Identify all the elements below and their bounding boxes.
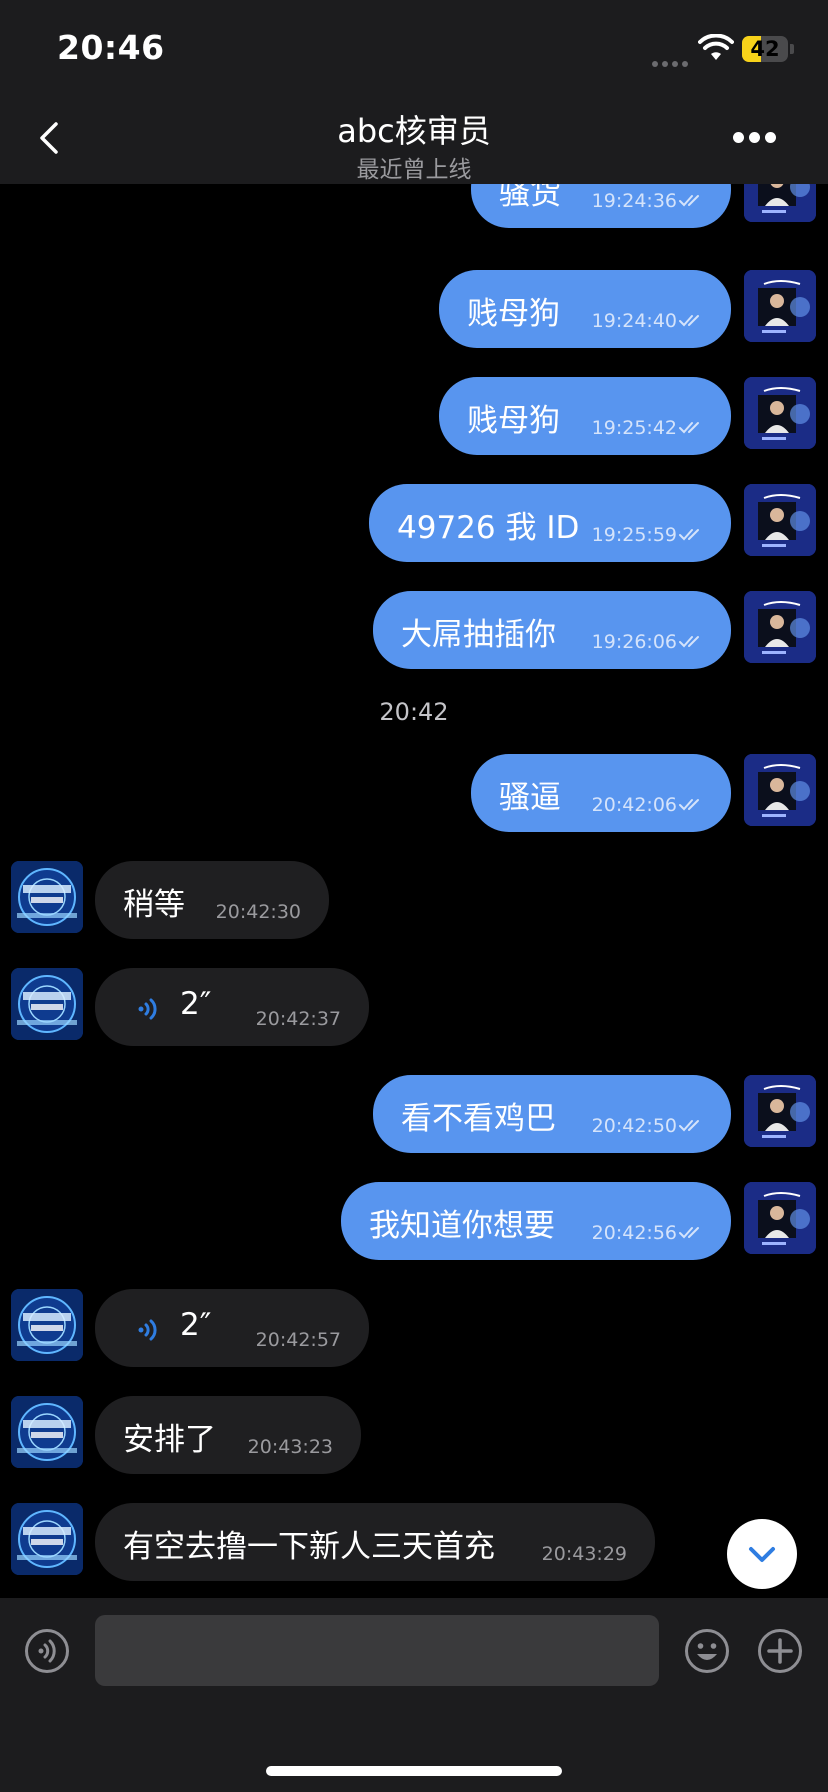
message-timestamp: 20:42:06 <box>591 794 677 816</box>
incoming-message: 稍等 20:42:30 <box>0 861 828 941</box>
message-text: 贱母狗 <box>467 403 560 439</box>
my-avatar[interactable] <box>744 1182 816 1254</box>
more-options-button[interactable] <box>733 128 781 143</box>
contact-avatar[interactable] <box>11 968 83 1040</box>
message-timestamp: 20:43:29 <box>541 1543 627 1565</box>
voice-input-button[interactable] <box>24 1628 70 1674</box>
voice-message-bubble[interactable]: 2″ 20:42:57 <box>95 1289 369 1367</box>
message-bubble[interactable]: 有空去撸一下新人三天首充 20:43:29 <box>95 1503 655 1581</box>
message-input[interactable] <box>95 1615 659 1686</box>
status-time: 20:46 <box>57 28 165 67</box>
message-text: 我知道你想要 <box>369 1208 555 1244</box>
message-timestamp: 20:42:37 <box>255 1008 341 1030</box>
my-avatar[interactable] <box>744 484 816 556</box>
message-text: 安排了 <box>123 1422 216 1458</box>
incoming-message: 2″ 20:42:57 <box>0 1289 828 1369</box>
message-text: 骚逼 <box>499 780 561 816</box>
voice-wave-icon <box>138 1319 157 1341</box>
outgoing-message: 我知道你想要 20:42:56 <box>0 1182 828 1262</box>
attachment-plus-button[interactable] <box>757 1628 803 1674</box>
message-bubble[interactable]: 贱母狗 19:24:40 <box>439 270 731 348</box>
date-separator: 20:42 <box>379 698 449 726</box>
message-bubble[interactable]: 稍等 20:42:30 <box>95 861 329 939</box>
outgoing-message: 贱母狗 19:24:40 <box>0 270 828 350</box>
composer-bar <box>0 1598 828 1792</box>
message-timestamp: 20:42:57 <box>255 1329 341 1351</box>
chevron-down-icon <box>749 1547 775 1562</box>
read-checkmarks-icon <box>679 315 699 327</box>
outgoing-message: 49726 我 ID 19:25:59 <box>0 484 828 564</box>
contact-avatar[interactable] <box>11 1503 83 1575</box>
incoming-message: 有空去撸一下新人三天首充 20:43:29 <box>0 1503 828 1583</box>
message-timestamp: 19:24:36 <box>591 190 677 212</box>
message-bubble[interactable]: 我知道你想要 20:42:56 <box>341 1182 731 1260</box>
message-text: 有空去撸一下新人三天首充 <box>123 1529 495 1565</box>
emoji-button[interactable] <box>684 1628 730 1674</box>
status-bar: 20:46 42 <box>0 0 828 96</box>
contact-avatar[interactable] <box>11 1396 83 1468</box>
message-timestamp: 19:25:59 <box>591 524 677 546</box>
chat-screen: 20:46 42 abc核审员 最近曾上线 骚货 19:24:36 贱母狗 19:24… <box>0 0 828 1792</box>
message-timestamp: 20:42:56 <box>591 1222 677 1244</box>
read-checkmarks-icon <box>679 1227 699 1239</box>
voice-duration: 2″ <box>180 1307 212 1343</box>
battery-tip <box>790 44 794 54</box>
message-timestamp: 20:42:50 <box>591 1115 677 1137</box>
voice-message-bubble[interactable]: 2″ 20:42:37 <box>95 968 369 1046</box>
outgoing-message: 骚逼 20:42:06 <box>0 754 828 834</box>
voice-wave-icon <box>138 998 157 1020</box>
battery-icon: 42 <box>742 36 788 62</box>
outgoing-message: 贱母狗 19:25:42 <box>0 377 828 457</box>
message-text: 看不看鸡巴 <box>401 1101 556 1137</box>
voice-duration: 2″ <box>180 986 212 1022</box>
message-bubble[interactable]: 大屌抽插你 19:26:06 <box>373 591 731 669</box>
wifi-icon <box>698 34 734 60</box>
chat-title[interactable]: abc核审员 <box>0 106 828 152</box>
message-timestamp: 19:24:40 <box>591 310 677 332</box>
my-avatar[interactable] <box>744 1075 816 1147</box>
incoming-message: 2″ 20:42:37 <box>0 968 828 1048</box>
my-avatar[interactable] <box>744 754 816 826</box>
contact-avatar[interactable] <box>11 861 83 933</box>
message-timestamp: 19:26:06 <box>591 631 677 653</box>
cellular-signal-icon <box>652 52 692 67</box>
read-checkmarks-icon <box>679 195 699 207</box>
message-bubble[interactable]: 安排了 20:43:23 <box>95 1396 361 1474</box>
battery-percent: 42 <box>750 37 780 61</box>
outgoing-message: 骚货 19:24:36 <box>0 184 828 230</box>
my-avatar[interactable] <box>744 591 816 663</box>
read-checkmarks-icon <box>679 1120 699 1132</box>
last-seen-status: 最近曾上线 <box>356 157 472 183</box>
message-text: 49726 我 ID <box>397 510 580 546</box>
read-checkmarks-icon <box>679 636 699 648</box>
my-avatar[interactable] <box>744 377 816 449</box>
read-checkmarks-icon <box>679 529 699 541</box>
home-indicator <box>266 1766 562 1776</box>
incoming-message: 安排了 20:43:23 <box>0 1396 828 1476</box>
message-bubble[interactable]: 骚货 19:24:36 <box>471 184 731 228</box>
message-timestamp: 19:25:42 <box>591 417 677 439</box>
message-text: 骚货 <box>499 184 561 212</box>
message-text: 贱母狗 <box>467 296 560 332</box>
outgoing-message: 大屌抽插你 19:26:06 <box>0 591 828 671</box>
outgoing-message: 看不看鸡巴 20:42:50 <box>0 1075 828 1155</box>
message-timestamp: 20:42:30 <box>215 901 301 923</box>
read-checkmarks-icon <box>679 799 699 811</box>
my-avatar[interactable] <box>744 270 816 342</box>
message-list[interactable]: 骚货 19:24:36 贱母狗 19:24:40 贱母狗 19:25:42 49726 我 … <box>0 184 828 1596</box>
message-bubble[interactable]: 看不看鸡巴 20:42:50 <box>373 1075 731 1153</box>
scroll-to-bottom-button[interactable] <box>727 1519 797 1589</box>
message-bubble[interactable]: 49726 我 ID 19:25:59 <box>369 484 731 562</box>
message-text: 大屌抽插你 <box>401 617 556 653</box>
message-bubble[interactable]: 骚逼 20:42:06 <box>471 754 731 832</box>
my-avatar[interactable] <box>744 184 816 222</box>
message-timestamp: 20:43:23 <box>247 1436 333 1458</box>
contact-avatar[interactable] <box>11 1289 83 1361</box>
read-checkmarks-icon <box>679 422 699 434</box>
chat-header: abc核审员 最近曾上线 <box>0 96 828 184</box>
message-text: 稍等 <box>123 887 185 923</box>
ellipsis-icon <box>733 132 744 143</box>
message-bubble[interactable]: 贱母狗 19:25:42 <box>439 377 731 455</box>
